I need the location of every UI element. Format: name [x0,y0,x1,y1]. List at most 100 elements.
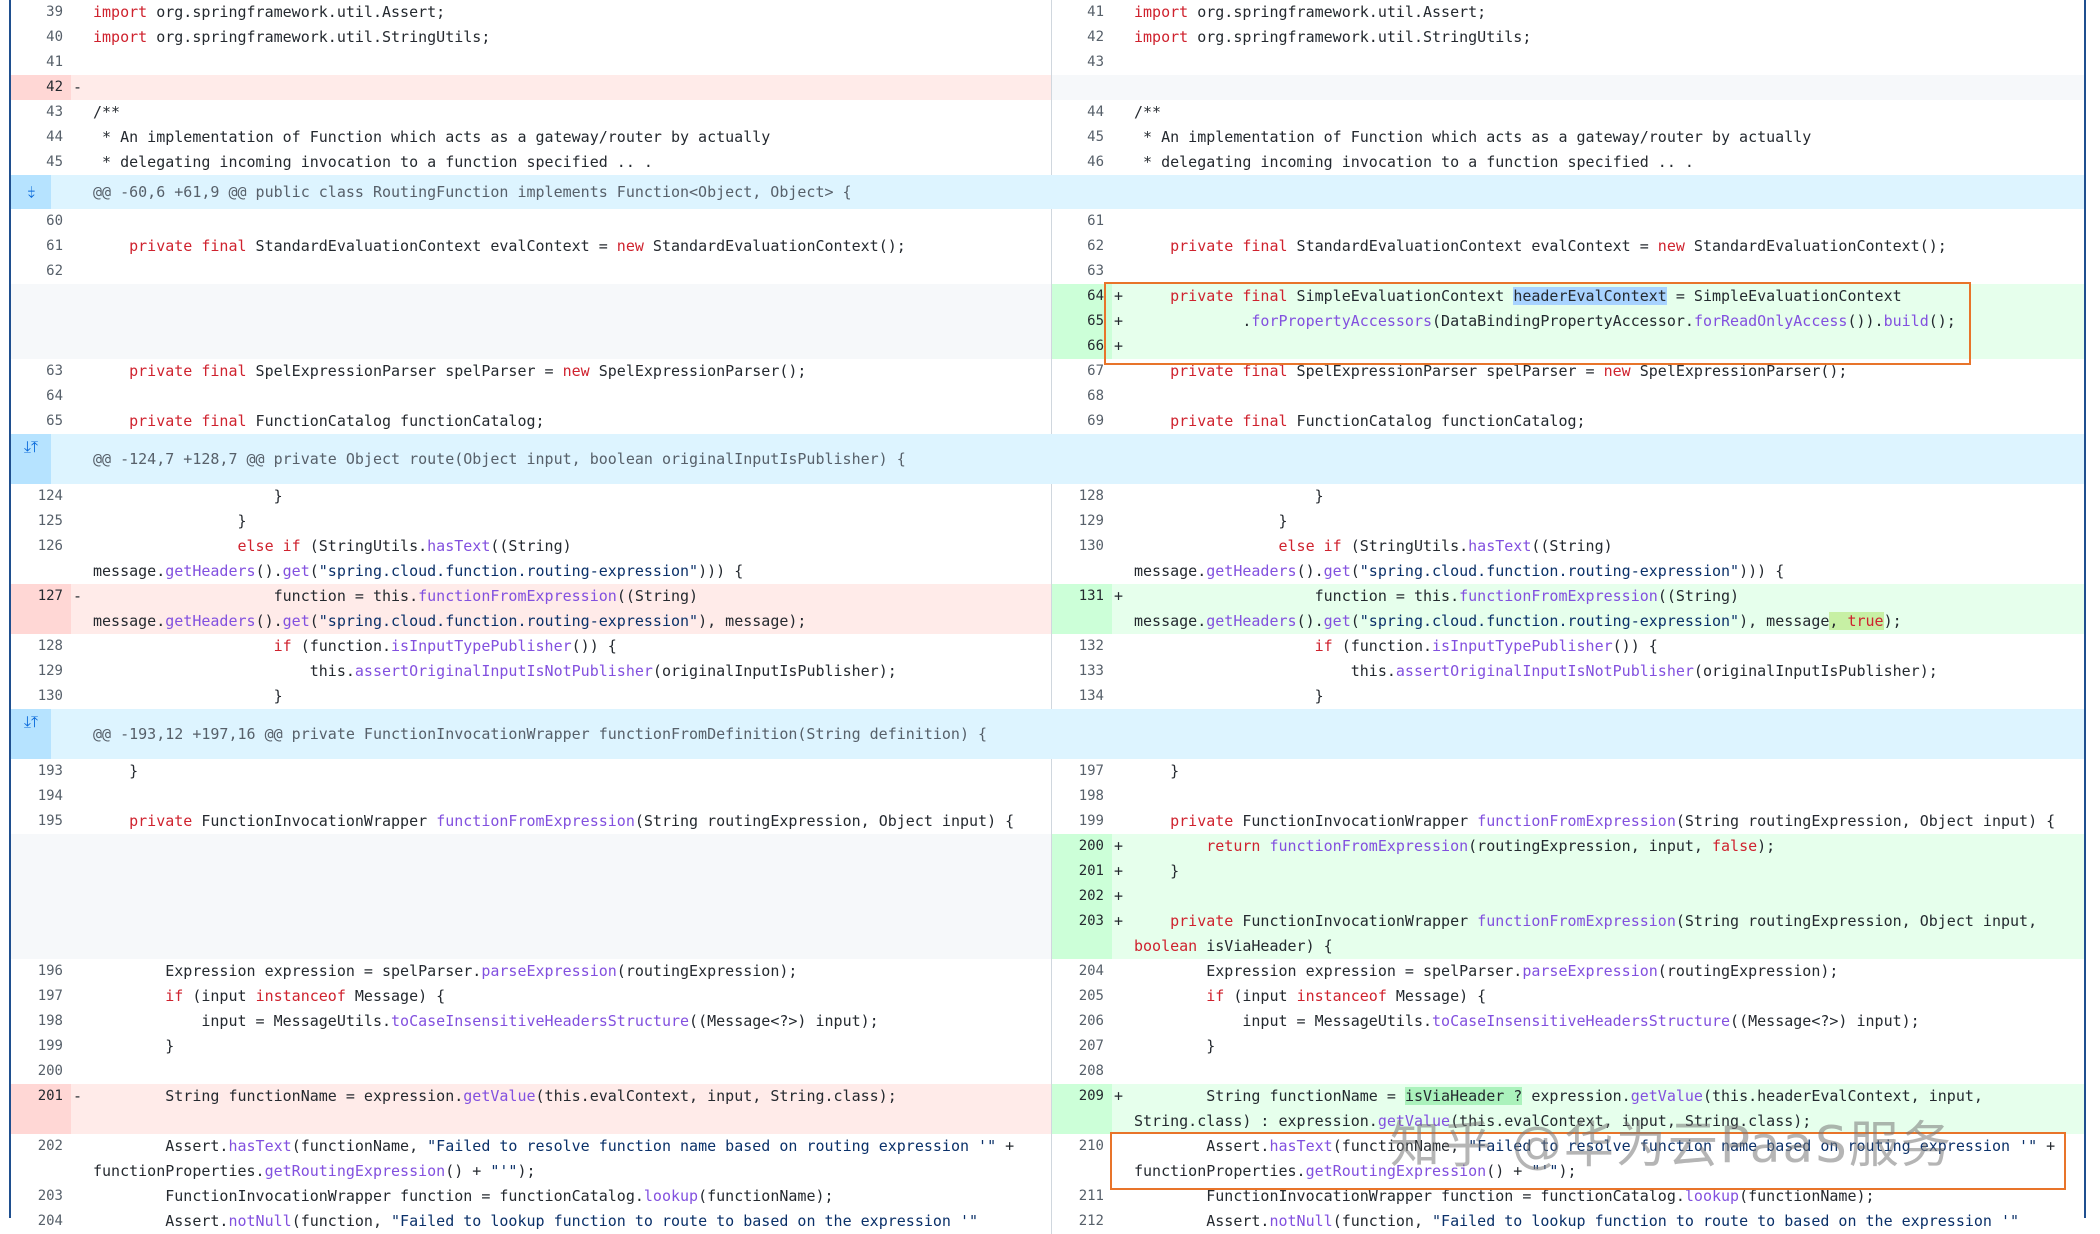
line-number[interactable]: 43 [1052,50,1112,75]
diff-row: 193 } 197 } [11,759,2084,784]
line-number[interactable]: 212 [1052,1209,1112,1234]
line-number[interactable]: 196 [11,959,71,984]
line-number[interactable]: 131 [1052,584,1112,634]
line-number[interactable]: 194 [11,784,71,809]
diff-row: 126 else if (StringUtils.hasText((String… [11,534,2084,584]
line-number[interactable]: 64 [11,384,71,409]
line-number[interactable]: 39 [11,0,71,25]
line-number[interactable]: 129 [11,659,71,684]
expand-lines-icon[interactable]: ⤈ [11,175,51,209]
line-number[interactable]: 193 [11,759,71,784]
code-line: private FunctionInvocationWrapper functi… [1170,812,2056,830]
line-number[interactable]: 46 [1052,150,1112,175]
left-pane-line: 43 /** [11,100,1052,125]
line-number[interactable]: 126 [11,534,71,584]
line-number[interactable]: 204 [11,1209,71,1234]
line-number[interactable]: 201 [1052,859,1112,884]
line-number[interactable]: 134 [1052,684,1112,709]
diff-row: 61 private final StandardEvaluationConte… [11,234,2084,259]
line-number[interactable]: 197 [1052,759,1112,784]
line-number[interactable]: 211 [1052,1184,1112,1209]
addition-marker: + [1114,337,1124,355]
right-pane-line: 198 [1052,784,2084,809]
line-number[interactable]: 40 [11,25,71,50]
left-pane-line: 62 [11,259,1052,284]
line-number[interactable]: 198 [1052,784,1112,809]
line-number[interactable]: 130 [1052,534,1112,584]
line-number[interactable]: 203 [1052,909,1112,959]
left-pane-line: 128 if (function.isInputTypePublisher())… [11,634,1052,659]
code-line: FunctionInvocationWrapper function = fun… [93,1187,834,1205]
line-number[interactable]: 207 [1052,1034,1112,1059]
right-pane-line: 64 + private final SimpleEvaluationContex… [1052,284,2084,309]
line-number[interactable]: 201 [11,1084,71,1134]
code-line: Assert.hasText(functionName, "Failed to … [93,1137,1024,1180]
line-number[interactable]: 62 [1052,234,1112,259]
line-number[interactable]: 202 [11,1134,71,1184]
line-number[interactable]: 63 [1052,259,1112,284]
line-number[interactable]: 61 [1052,209,1112,234]
code-line: function = this.functionFromExpression((… [93,587,807,630]
line-number[interactable]: 125 [11,509,71,534]
line-number[interactable]: 200 [11,1059,71,1084]
code-line: String functionName = expression.getValu… [93,1087,897,1105]
line-number[interactable]: 68 [1052,384,1112,409]
line-number[interactable]: 60 [11,209,71,234]
line-number[interactable]: 41 [1052,0,1112,25]
code-line: } [1134,487,1324,505]
line-number[interactable]: 45 [1052,125,1112,150]
line-number[interactable]: 133 [1052,659,1112,684]
line-number[interactable]: 204 [1052,959,1112,984]
line-number[interactable]: 132 [1052,634,1112,659]
line-number[interactable]: 42 [11,75,71,100]
right-pane-line: 41 import org.springframework.util.Assert… [1052,0,2084,25]
line-number[interactable]: 209 [1052,1084,1112,1134]
expand-lines-icon[interactable]: ⤓⤒ [11,434,51,484]
line-number[interactable]: 64 [1052,284,1112,309]
line-number[interactable]: 42 [1052,25,1112,50]
right-scrollbar[interactable] [2084,0,2100,1218]
expand-lines-icon[interactable]: ⤓⤒ [11,709,51,759]
right-pane-line: 203 + private FunctionInvocationWrapper f… [1052,909,2084,959]
line-number[interactable]: 203 [11,1184,71,1209]
line-number[interactable]: 128 [11,634,71,659]
line-number[interactable]: 128 [1052,484,1112,509]
code-line: } [1134,687,1324,705]
right-pane-line: 66 + [1052,334,2084,359]
left-pane-line [11,309,1052,334]
line-number[interactable]: 206 [1052,1009,1112,1034]
line-number[interactable]: 44 [11,125,71,150]
line-number[interactable]: 129 [1052,509,1112,534]
line-number[interactable]: 69 [1052,409,1112,434]
line-number[interactable]: 62 [11,259,71,284]
right-pane-line: 133 this.assertOriginalInputIsNotPublish… [1052,659,2084,684]
right-pane-line: 207 } [1052,1034,2084,1059]
line-number[interactable]: 210 [1052,1134,1112,1184]
diff-row: 64 + private final SimpleEvaluationContex… [11,284,2084,309]
line-number[interactable]: 61 [11,234,71,259]
line-number[interactable]: 208 [1052,1059,1112,1084]
line-number[interactable]: 199 [11,1034,71,1059]
line-number[interactable]: 66 [1052,334,1112,359]
line-number[interactable]: 65 [11,409,71,434]
line-number[interactable]: 65 [1052,309,1112,334]
line-number[interactable]: 130 [11,684,71,709]
line-number[interactable]: 200 [1052,834,1112,859]
line-number[interactable]: 205 [1052,984,1112,1009]
line-number[interactable]: 198 [11,1009,71,1034]
line-number[interactable]: 199 [1052,809,1112,834]
line-number[interactable]: 41 [11,50,71,75]
line-number[interactable]: 197 [11,984,71,1009]
line-number[interactable]: 63 [11,359,71,384]
line-number[interactable]: 45 [11,150,71,175]
line-number[interactable]: 124 [11,484,71,509]
line-number[interactable]: 44 [1052,100,1112,125]
line-number[interactable]: 195 [11,809,71,834]
hunk-header-text: @@ -124,7 +128,7 @@ private Object route… [93,450,906,468]
line-number[interactable]: 202 [1052,884,1112,909]
line-number[interactable]: 67 [1052,359,1112,384]
line-number[interactable]: 127 [11,584,71,634]
code-line: /** [1134,103,1162,121]
hunk-header: ⤓⤒ @@ -124,7 +128,7 @@ private Object rou… [11,434,2084,484]
line-number[interactable]: 43 [11,100,71,125]
